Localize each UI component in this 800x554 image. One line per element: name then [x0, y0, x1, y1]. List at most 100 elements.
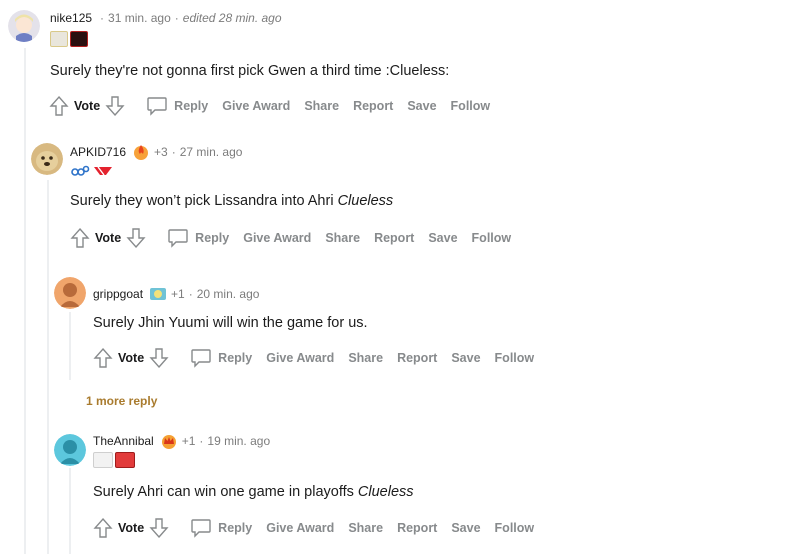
reply-button[interactable]: Reply	[167, 228, 229, 248]
comment-body: Surely they're not gonna first pick Gwen…	[50, 63, 449, 79]
timestamp[interactable]: 19 min. ago	[207, 434, 270, 448]
downvote-icon[interactable]	[104, 94, 126, 118]
separator: ·	[188, 287, 193, 301]
karma-count: +3	[154, 145, 168, 159]
report-button[interactable]: Report	[353, 99, 393, 113]
username[interactable]: grippgoat	[93, 287, 143, 301]
reply-label: Reply	[174, 99, 209, 113]
avatar[interactable]	[31, 143, 63, 175]
share-button[interactable]: Share	[348, 351, 383, 365]
comment-text: Surely they're not gonna first pick Gwen…	[50, 63, 450, 79]
team-flair-icon	[50, 31, 68, 47]
team-flair-icon	[92, 163, 114, 179]
username[interactable]: TheAnnibal	[93, 434, 154, 448]
comment-bubble-icon	[191, 519, 211, 538]
comment-text: Surely they won’t pick Lissandra into Ah…	[70, 193, 338, 209]
timestamp[interactable]: 31 min. ago	[108, 11, 171, 25]
team-flair-icon	[115, 452, 135, 468]
give-award-button[interactable]: Give Award	[243, 231, 311, 245]
reply-button[interactable]: Reply	[146, 96, 208, 116]
downvote-icon[interactable]	[125, 226, 147, 250]
save-button[interactable]: Save	[428, 231, 457, 245]
avatar[interactable]	[54, 277, 86, 309]
upvote-icon[interactable]	[92, 516, 114, 540]
upvote-icon[interactable]	[69, 226, 91, 250]
reply-label: Reply	[218, 521, 253, 535]
comment-bubble-icon	[191, 349, 211, 368]
thread-line[interactable]	[69, 468, 71, 554]
comment-meta: TheAnnibal +1 · 19 min. ago	[93, 432, 270, 450]
user-flair	[70, 163, 114, 181]
save-button[interactable]: Save	[451, 521, 480, 535]
separator: ·	[171, 145, 176, 159]
report-button[interactable]: Report	[374, 231, 414, 245]
comment-meta: grippgoat +1 · 20 min. ago	[93, 285, 259, 303]
avatar[interactable]	[54, 434, 86, 466]
user-flair	[50, 31, 88, 49]
crown-award-icon[interactable]	[160, 432, 178, 450]
comment-actions: Vote Reply Give Award Share Report Save …	[92, 515, 548, 541]
username[interactable]: APKID716	[70, 145, 126, 159]
karma-count: +1	[181, 434, 196, 448]
reply-label: Reply	[195, 231, 230, 245]
comment-body: Surely they won’t pick Lissandra into Ah…	[70, 193, 393, 209]
karma-count: +1	[171, 287, 185, 301]
vote-count: Vote	[118, 521, 145, 535]
comment-meta: nike125 · 31 min. ago · edited 28 min. a…	[50, 11, 282, 25]
share-button[interactable]: Share	[348, 521, 383, 535]
follow-button[interactable]: Follow	[495, 351, 535, 365]
fire-award-icon[interactable]	[132, 143, 150, 161]
vote-count: Vote	[95, 231, 122, 245]
downvote-icon[interactable]	[148, 346, 170, 370]
team-flair-icon	[93, 452, 113, 468]
follow-button[interactable]: Follow	[495, 521, 535, 535]
comment-bubble-icon	[168, 229, 188, 248]
reply-button[interactable]: Reply	[190, 518, 252, 538]
wholesome-award-icon[interactable]	[149, 285, 167, 303]
comment-text: Surely Ahri can win one game in playoffs	[93, 484, 358, 500]
give-award-button[interactable]: Give Award	[266, 521, 334, 535]
comment-body: Surely Jhin Yuumi will win the game for …	[93, 315, 368, 331]
comment-text-italic: Clueless	[337, 193, 394, 209]
separator: ·	[174, 11, 179, 25]
report-button[interactable]: Report	[397, 521, 437, 535]
edited-timestamp: edited 28 min. ago	[182, 11, 282, 25]
username[interactable]: nike125	[50, 11, 92, 25]
comment-body: Surely Ahri can win one game in playoffs…	[93, 484, 414, 500]
comment-meta: APKID716 +3 · 27 min. ago	[70, 143, 242, 161]
follow-button[interactable]: Follow	[451, 99, 491, 113]
vote-count: Vote	[74, 99, 101, 113]
follow-button[interactable]: Follow	[472, 231, 512, 245]
avatar[interactable]	[8, 10, 40, 42]
team-flair-icon	[70, 163, 90, 179]
reply-label: Reply	[218, 351, 253, 365]
upvote-icon[interactable]	[48, 94, 70, 118]
more-replies-link[interactable]: 1 more reply	[86, 394, 157, 408]
thread-line[interactable]	[47, 180, 49, 554]
report-button[interactable]: Report	[397, 351, 437, 365]
comment-actions: Vote Reply Give Award Share Report Save …	[69, 225, 525, 251]
user-flair	[93, 452, 135, 470]
save-button[interactable]: Save	[451, 351, 480, 365]
timestamp[interactable]: 20 min. ago	[197, 287, 260, 301]
comment-text: Surely Jhin Yuumi will win the game for …	[93, 315, 368, 331]
comment-actions: Vote Reply Give Award Share Report Save …	[48, 93, 504, 119]
downvote-icon[interactable]	[148, 516, 170, 540]
team-flair-icon	[70, 31, 88, 47]
thread-line[interactable]	[24, 48, 26, 554]
thread-line[interactable]	[69, 312, 71, 380]
give-award-button[interactable]: Give Award	[266, 351, 334, 365]
separator: ·	[100, 11, 105, 25]
share-button[interactable]: Share	[304, 99, 339, 113]
save-button[interactable]: Save	[407, 99, 436, 113]
comment-text-italic: Clueless	[357, 484, 414, 500]
vote-count: Vote	[118, 351, 145, 365]
give-award-button[interactable]: Give Award	[222, 99, 290, 113]
share-button[interactable]: Share	[325, 231, 360, 245]
separator: ·	[199, 434, 204, 448]
timestamp[interactable]: 27 min. ago	[180, 145, 243, 159]
comment-actions: Vote Reply Give Award Share Report Save …	[92, 345, 548, 371]
reply-button[interactable]: Reply	[190, 348, 252, 368]
upvote-icon[interactable]	[92, 346, 114, 370]
comment-bubble-icon	[147, 97, 167, 116]
